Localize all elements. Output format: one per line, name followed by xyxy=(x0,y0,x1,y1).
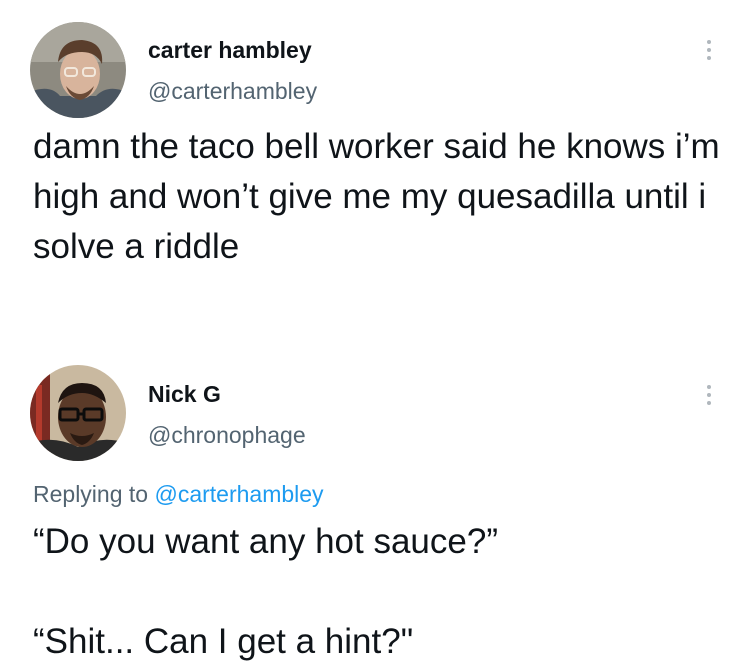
author-name[interactable]: Nick G xyxy=(148,381,221,408)
dot xyxy=(707,48,711,52)
avatar-image xyxy=(30,365,126,461)
dot xyxy=(707,56,711,60)
tweet-text-line: “Shit... Can I get a hint?" xyxy=(33,622,414,661)
tweet-text: “Do you want any hot sauce?” “Shit... Ca… xyxy=(33,517,723,667)
replying-to-label: Replying to xyxy=(33,481,149,507)
tweet-text: damn the taco bell worker said he knows … xyxy=(33,127,720,266)
author-handle[interactable]: @carterhambley xyxy=(148,78,317,105)
author-handle[interactable]: @chronophage xyxy=(148,422,306,449)
more-vertical-icon[interactable] xyxy=(704,40,714,60)
dot xyxy=(707,401,711,405)
avatar[interactable] xyxy=(30,22,126,118)
dot xyxy=(707,40,711,44)
dot xyxy=(707,393,711,397)
dot xyxy=(707,385,711,389)
mention-link[interactable]: @carterhambley xyxy=(154,481,323,507)
tweet-text-line: “Do you want any hot sauce?” xyxy=(33,522,498,561)
more-vertical-icon[interactable] xyxy=(704,385,714,405)
avatar[interactable] xyxy=(30,365,126,461)
replying-to: Replying to @carterhambley xyxy=(33,481,324,508)
author-name[interactable]: carter hambley xyxy=(148,37,312,64)
tweet[interactable]: carter hambley @carterhambley damn the t… xyxy=(0,0,750,320)
tweet[interactable]: Nick G @chronophage Replying to @carterh… xyxy=(0,355,750,671)
avatar-image xyxy=(30,22,126,118)
